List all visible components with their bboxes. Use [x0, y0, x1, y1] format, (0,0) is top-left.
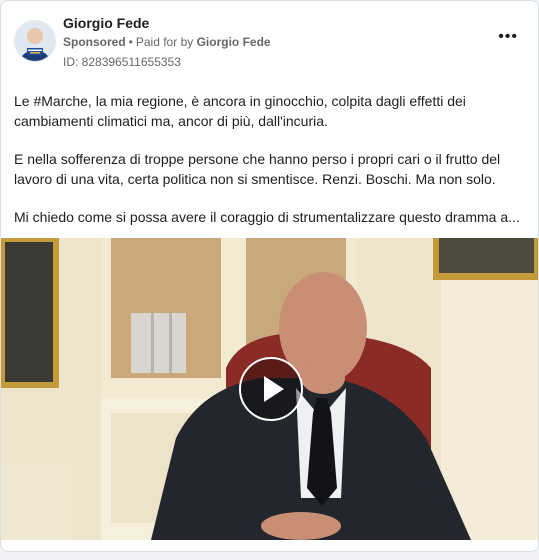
- payer-name[interactable]: Giorgio Fede: [197, 35, 271, 49]
- meta-separator: •: [128, 35, 133, 49]
- page-avatar[interactable]: [14, 20, 56, 62]
- post-text: Le #Marche, la mia regione, è ancora in …: [14, 91, 529, 245]
- play-button[interactable]: [239, 357, 303, 421]
- post-paragraph: E nella sofferenza di troppe persone che…: [14, 151, 501, 187]
- video-player[interactable]: [1, 238, 538, 540]
- ad-card: Giorgio Fede Sponsored • Paid for by Giorg…: [0, 0, 539, 552]
- post-header: Giorgio Fede Sponsored • Paid for by Giorg…: [1, 1, 538, 81]
- more-options-icon[interactable]: •••: [498, 29, 518, 45]
- sponsored-label: Sponsored: [63, 35, 126, 49]
- paid-for-prefix: Paid for by: [135, 35, 194, 49]
- ad-id: ID: 828396511655353: [63, 55, 181, 69]
- post-paragraph: Mi chiedo come si possa avere il coraggi…: [14, 209, 520, 225]
- page-name[interactable]: Giorgio Fede: [63, 15, 149, 31]
- sponsored-meta: Sponsored • Paid for by Giorgio Fede: [63, 35, 271, 49]
- play-icon: [264, 376, 284, 402]
- post-paragraph: Le #Marche, la mia regione, è ancora in …: [14, 93, 466, 129]
